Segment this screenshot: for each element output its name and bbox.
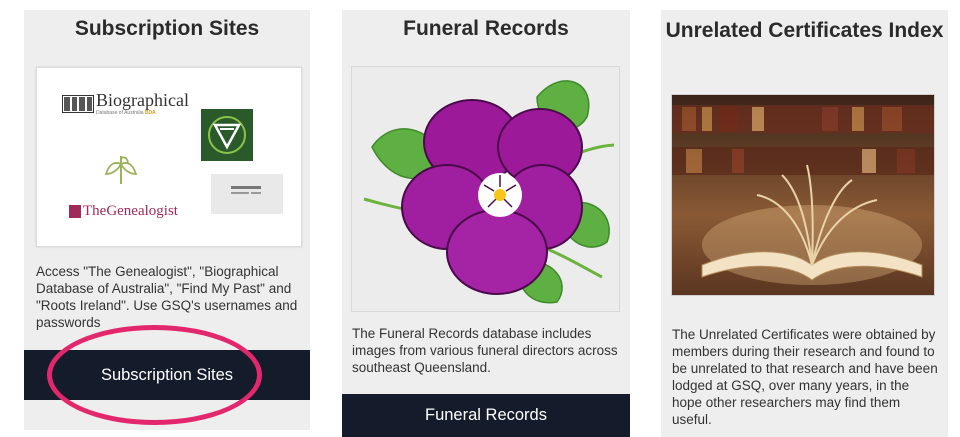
highlight-circle-annotation: [47, 325, 262, 425]
pansy-flower-icon: [363, 80, 615, 304]
findmypast-logo-icon: [201, 109, 253, 161]
card-description: The Funeral Records database includes im…: [352, 326, 618, 375]
card-funeral-records: Funeral Records The Funeral Records data…: [342, 10, 630, 437]
open-book-library-icon: [672, 95, 934, 295]
card-title: Unrelated Certificates Index: [665, 19, 944, 42]
funeral-records-image[interactable]: [351, 66, 620, 312]
card-description: The Unrelated Certificates were obtained…: [672, 327, 938, 427]
biographical-database-logo: Biographical Database of Australia BDA: [62, 90, 189, 124]
card-title: Funeral Records: [403, 17, 569, 40]
card-description: Access "The Genealogist", "Biographical …: [36, 264, 298, 330]
unrelated-certificates-image[interactable]: [671, 94, 935, 296]
partner-logo: [211, 174, 283, 214]
subscription-logos-image[interactable]: Biographical Database of Australia BDA T…: [36, 67, 302, 247]
silhouettes-icon: [62, 95, 94, 113]
thegenealogist-logo: TheGenealogist: [69, 202, 209, 224]
thegenealogist-mark-icon: [69, 205, 81, 218]
card-unrelated-certificates: Unrelated Certificates Index The Unrelat…: [661, 10, 948, 437]
funeral-records-button[interactable]: Funeral Records: [342, 394, 630, 437]
card-title: Subscription Sites: [74, 17, 260, 40]
roots-ireland-leaf-icon: [102, 152, 140, 192]
